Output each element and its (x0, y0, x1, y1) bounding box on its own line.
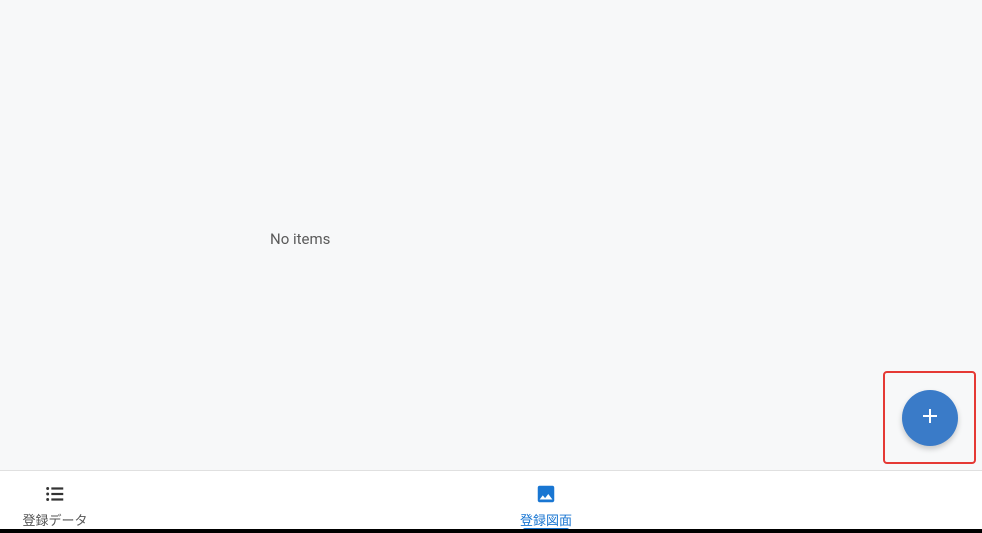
nav-tab-registered-drawing[interactable]: 登録図面 (110, 471, 982, 533)
nav-tab-label: 登録図面 (520, 510, 572, 529)
plus-icon (918, 404, 942, 431)
list-icon (44, 482, 66, 506)
fab-highlight-box (883, 371, 976, 464)
nav-tab-label: 登録データ (22, 510, 87, 529)
bottom-navigation: 登録データ 登録図面 (0, 470, 982, 533)
nav-tab-registered-data[interactable]: 登録データ (0, 471, 110, 533)
add-button[interactable] (902, 390, 958, 446)
active-tab-indicator (523, 528, 569, 533)
main-content: No items (0, 0, 982, 470)
empty-state-message: No items (270, 230, 330, 248)
image-icon (535, 482, 557, 506)
